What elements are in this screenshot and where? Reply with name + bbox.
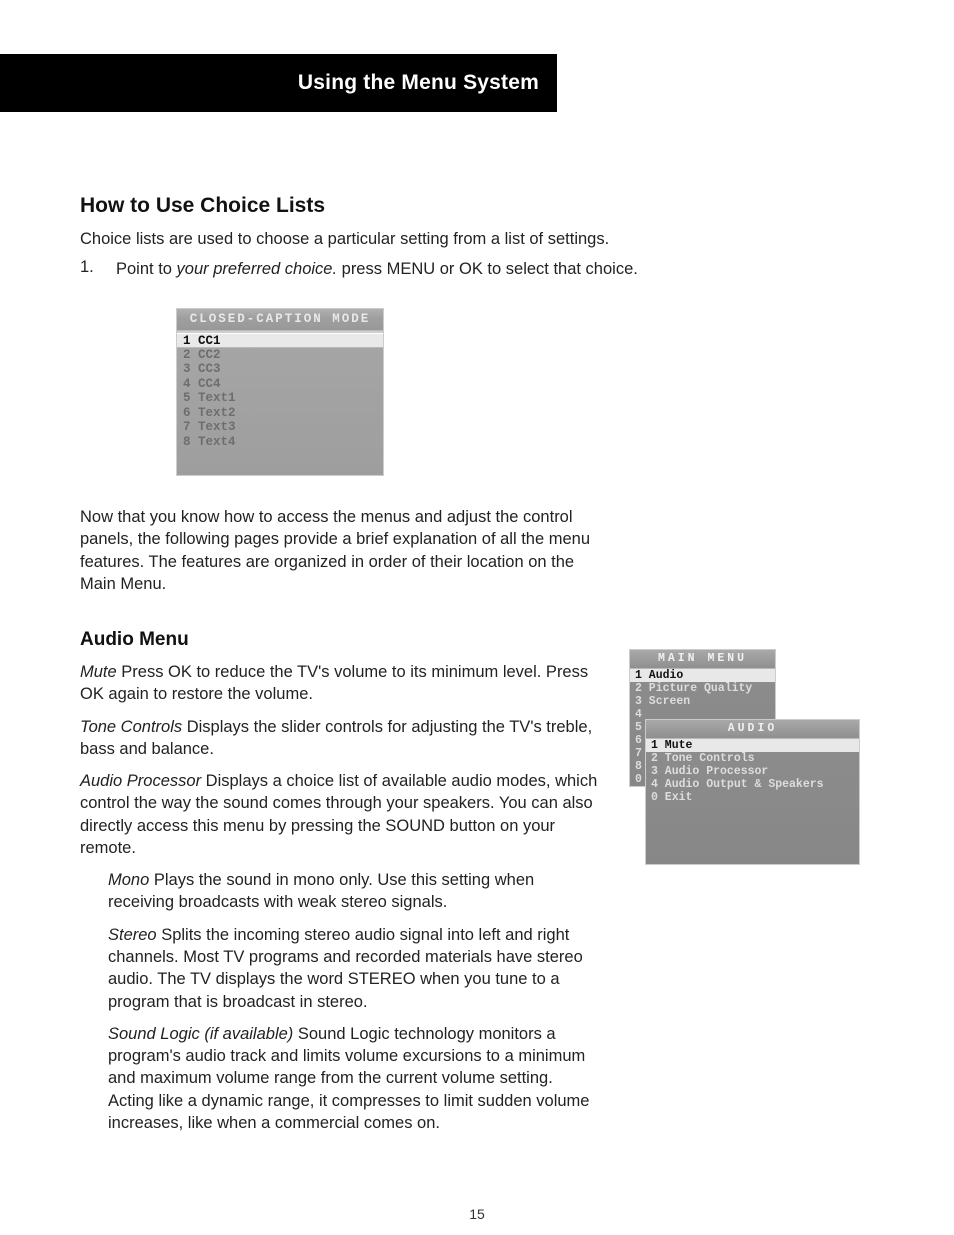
step-text-italic: your preferred choice. xyxy=(177,260,342,278)
audio-submenu-title: AUDIO xyxy=(646,720,859,739)
heading-choice-lists: How to Use Choice Lists xyxy=(80,194,880,218)
audio-menu-row: 3 Audio Processor xyxy=(646,765,859,778)
step-number: 1. xyxy=(80,258,98,280)
cc-row: 1 CC1 xyxy=(177,333,383,348)
def-stereo: Stereo Splits the incoming stereo audio … xyxy=(108,924,598,1013)
cc-row: 6 Text2 xyxy=(177,406,383,421)
body-mute: Press OK to reduce the TV's volume to it… xyxy=(80,663,588,703)
term-tone: Tone Controls xyxy=(80,718,182,736)
audio-submenu-panel: AUDIO 1 Mute2 Tone Controls3 Audio Proce… xyxy=(645,719,860,865)
def-proc: Audio Processor Displays a choice list o… xyxy=(80,770,600,859)
cc-row: 7 Text3 xyxy=(177,420,383,435)
term-mono: Mono xyxy=(108,871,149,889)
cc-row: 2 CC2 xyxy=(177,348,383,363)
page-header-title: Using the Menu System xyxy=(298,71,539,95)
audio-menu-row: 4 Audio Output & Speakers xyxy=(646,778,859,791)
term-sound-logic: Sound Logic (if available) xyxy=(108,1025,293,1043)
page-number: 15 xyxy=(0,1206,954,1222)
step-body: Point to your preferred choice. press ME… xyxy=(116,258,640,280)
step-text-c: press MENU or OK to select that choice. xyxy=(342,260,638,278)
def-sound-logic: Sound Logic (if available) Sound Logic t… xyxy=(108,1023,598,1134)
ordered-step: 1. Point to your preferred choice. press… xyxy=(80,258,880,280)
term-stereo: Stereo xyxy=(108,926,157,944)
def-mono: Mono Plays the sound in mono only. Use t… xyxy=(108,869,598,914)
page-header: Using the Menu System xyxy=(0,54,557,112)
audio-menu-row: 2 Tone Controls xyxy=(646,752,859,765)
body-stereo: Splits the incoming stereo audio signal … xyxy=(108,926,583,1011)
audio-menu-row: 1 Mute xyxy=(646,739,859,752)
cc-row: 4 CC4 xyxy=(177,377,383,392)
step-text-a: Point to xyxy=(116,260,177,278)
heading-audio-menu: Audio Menu xyxy=(80,629,880,651)
audio-menu-row: 0 Exit xyxy=(646,791,859,804)
def-tone: Tone Controls Displays the slider contro… xyxy=(80,716,600,761)
main-menu-title: MAIN MENU xyxy=(630,650,775,669)
main-menu-row: 2 Picture Quality xyxy=(630,682,775,695)
main-menu-row: 1 Audio xyxy=(630,669,775,682)
intro-text: Choice lists are used to choose a partic… xyxy=(80,228,650,250)
term-proc: Audio Processor xyxy=(80,772,201,790)
closed-caption-panel: CLOSED-CAPTION MODE 1 CC12 CC23 CC34 CC4… xyxy=(176,308,384,476)
transition-text: Now that you know how to access the menu… xyxy=(80,506,590,595)
def-mute: Mute Press OK to reduce the TV's volume … xyxy=(80,661,600,706)
cc-row: 3 CC3 xyxy=(177,362,383,377)
main-menu-row: 3 Screen xyxy=(630,695,775,708)
term-mute: Mute xyxy=(80,663,117,681)
cc-row: 8 Text4 xyxy=(177,435,383,450)
cc-row: 5 Text1 xyxy=(177,391,383,406)
cc-panel-title: CLOSED-CAPTION MODE xyxy=(177,309,383,331)
body-mono: Plays the sound in mono only. Use this s… xyxy=(108,871,534,911)
